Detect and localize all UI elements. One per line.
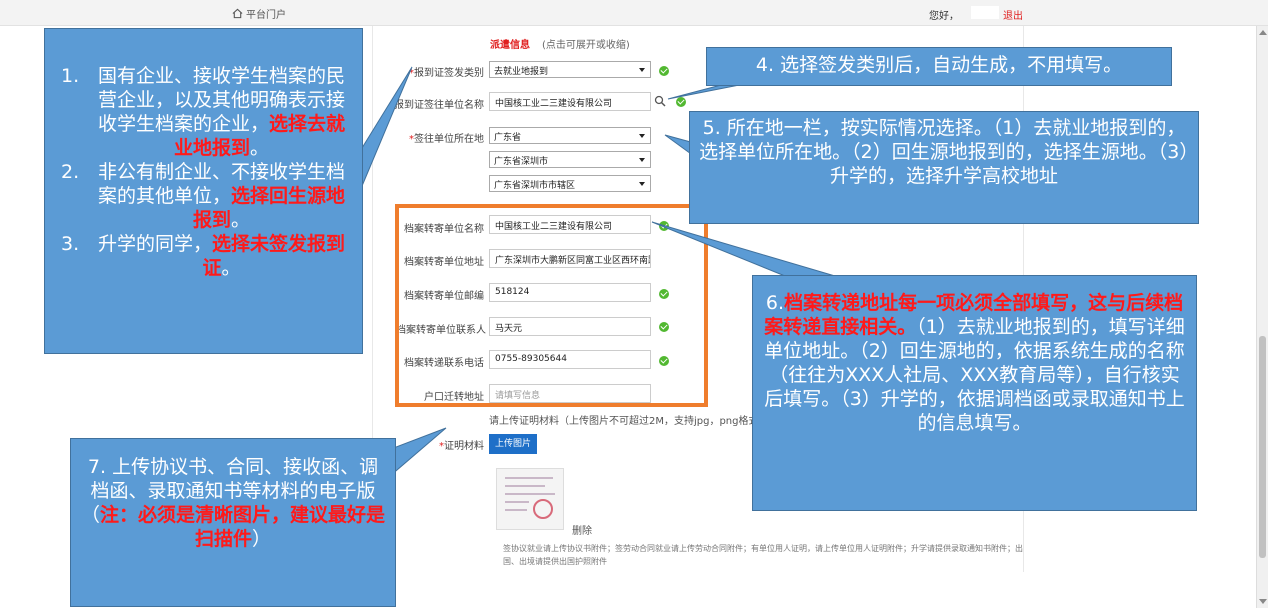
dropdown-arrow-icon: [639, 158, 645, 162]
dropdown-arrow-icon: [639, 68, 645, 72]
callout-upload-guide: 7. 上传协议书、合同、接收函、调档函、录取通知书等材料的电子版（注：必须是清晰…: [70, 438, 396, 607]
dropdown-arrow-icon: [639, 182, 645, 186]
section-title[interactable]: 派遣信息: [490, 36, 530, 51]
scroll-down-icon[interactable]: [1259, 599, 1267, 604]
delete-image-link[interactable]: 删除: [572, 522, 592, 537]
upload-image-button[interactable]: 上传图片: [489, 434, 537, 454]
check-icon: [676, 97, 686, 107]
upload-hint: 请上传证明材料（上传图片不可超过2M，支持jpg，png格式上传: [489, 416, 779, 427]
location-label: *签往单位所在地: [409, 134, 484, 145]
home-icon: [232, 8, 243, 19]
scrollbar[interactable]: [1256, 26, 1268, 608]
callout-location-guide: 5. 所在地一栏，按实际情况选择。（1）去就业地报到的，选择单位所在地。（2）回…: [689, 111, 1199, 224]
callout-category-guide: 1. 国有企业、接收学生档案的民营企业，以及其他明确表示接收学生档案的企业，选择…: [44, 28, 363, 354]
portal-link[interactable]: 平台门户: [232, 6, 286, 21]
unit-name-input[interactable]: 中国核工业二三建设有限公司: [489, 92, 651, 111]
callout-archive-guide: 6.档案转递地址每一项必须全部填写，这与后续档案转递直接相关。（1）去就业地报到…: [752, 275, 1197, 511]
section-hint: (点击可展开或收缩): [542, 40, 630, 51]
username-redacted: [971, 6, 999, 19]
scroll-up-icon[interactable]: [1259, 30, 1267, 35]
check-icon: [659, 66, 669, 76]
greeting-text: 您好，: [929, 11, 959, 22]
category-label: *报到证签发类别: [409, 68, 484, 79]
district-select[interactable]: 广东省深圳市市辖区: [489, 175, 651, 192]
proof-label: *证明材料: [439, 441, 484, 452]
top-bar: 平台门户 您好， 退出: [0, 0, 1268, 26]
callout-item-1: 1. 国有企业、接收学生档案的民营企业，以及其他明确表示接收学生档案的企业，选择…: [61, 65, 346, 159]
callout-item-3: 3. 升学的同学，选择未签发报到证。: [61, 233, 346, 279]
uploaded-image-thumbnail[interactable]: [496, 468, 564, 530]
search-icon[interactable]: [654, 95, 666, 107]
portal-label: 平台门户: [246, 10, 286, 21]
callout-item-2: 2. 非公有制企业、不接收学生档案的其他单位，选择回生源地报到。: [61, 161, 346, 231]
upload-notes: 签协议就业请上传协议书附件；签劳动合同就业请上传劳动合同附件；有单位用人证明，请…: [503, 544, 1023, 566]
logout-link[interactable]: 退出: [1003, 7, 1023, 22]
unit-name-label: 报到证签往单位名称: [394, 100, 484, 111]
dropdown-arrow-icon: [639, 134, 645, 138]
city-select[interactable]: 广东省深圳市: [489, 151, 651, 168]
scroll-thumb[interactable]: [1259, 336, 1266, 558]
category-select[interactable]: 去就业地报到: [489, 61, 651, 78]
callout-auto-generate: 4. 选择签发类别后，自动生成，不用填写。: [706, 47, 1172, 86]
archive-highlight-box: [395, 204, 708, 407]
stamp-icon: [533, 499, 553, 519]
province-select[interactable]: 广东省: [489, 127, 651, 144]
